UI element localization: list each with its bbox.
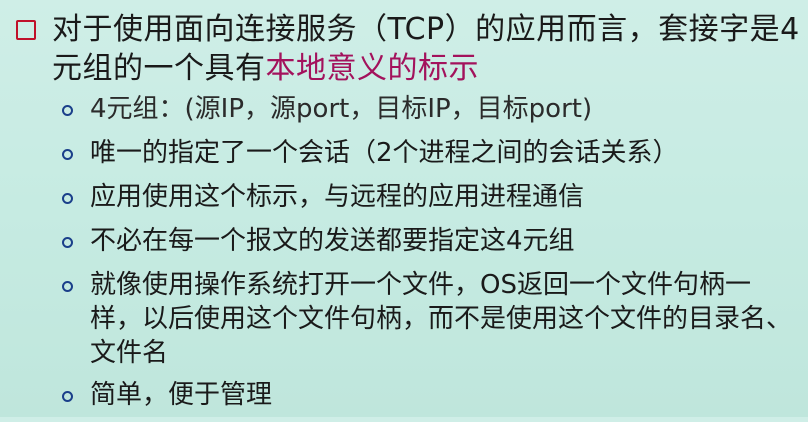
- circle-bullet-icon: [62, 281, 73, 292]
- sub-item-text: 4元组：(源IP，源port，目标IP，目标port): [90, 94, 593, 124]
- sub-item-file-handle-analogy: 就像使用操作系统打开一个文件，OS返回一个文件句柄一样，以后使用这个文件句柄，而…: [60, 268, 800, 370]
- slide: 对于使用面向连接服务（TCP）的应用而言，套接字是4元组的一个具有本地意义的标示…: [0, 0, 808, 417]
- circle-bullet-icon: [62, 193, 73, 204]
- sub-item-simple-management: 简单，便于管理: [60, 378, 800, 412]
- highlighted-term: 本地意义的标示: [265, 51, 479, 86]
- circle-bullet-icon: [62, 105, 73, 116]
- square-bullet-icon: [16, 20, 36, 40]
- main-bullet: 对于使用面向连接服务（TCP）的应用而言，套接字是4元组的一个具有本地意义的标示: [14, 10, 804, 88]
- sub-item-text: 应用使用这个标示，与远程的应用进程通信: [90, 182, 585, 212]
- main-bullet-text: 对于使用面向连接服务（TCP）的应用而言，套接字是4元组的一个具有本地意义的标示: [52, 10, 802, 88]
- sub-item-app-communication: 应用使用这个标示，与远程的应用进程通信: [60, 180, 800, 214]
- sub-item-text: 就像使用操作系统打开一个文件，OS返回一个文件句柄一样，以后使用这个文件句柄，而…: [90, 270, 793, 368]
- sub-item-text: 唯一的指定了一个会话（2个进程之间的会话关系）: [90, 138, 679, 168]
- sub-item-text: 简单，便于管理: [90, 380, 273, 410]
- circle-bullet-icon: [62, 391, 73, 402]
- sub-item-no-tuple-per-packet: 不必在每一个报文的发送都要指定这4元组: [60, 224, 800, 258]
- circle-bullet-icon: [62, 237, 73, 248]
- sub-item-unique-session: 唯一的指定了一个会话（2个进程之间的会话关系）: [60, 136, 800, 170]
- sub-item-text: 不必在每一个报文的发送都要指定这4元组: [90, 226, 575, 256]
- sub-item-4-tuple: 4元组：(源IP，源port，目标IP，目标port): [60, 92, 800, 126]
- circle-bullet-icon: [62, 149, 73, 160]
- sub-bullet-list: 4元组：(源IP，源port，目标IP，目标port) 唯一的指定了一个会话（2…: [60, 92, 805, 422]
